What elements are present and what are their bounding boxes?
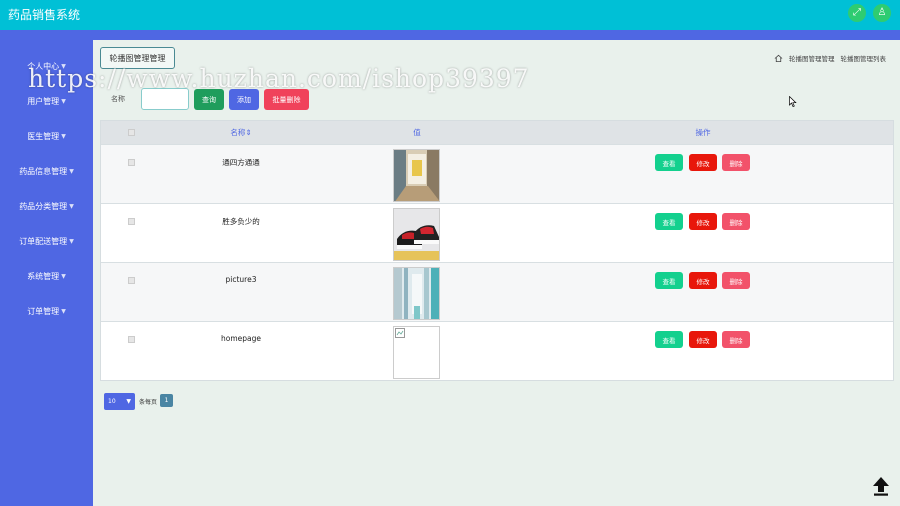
sidebar-item-label: 系统管理 bbox=[27, 271, 60, 281]
sidebar: 个人中心 ▼ 用户管理 ▼ 医生管理 ▼ 药品信息管理 ▼ 药品分类管理 ▼ 订单配送管理… bbox=[0, 40, 93, 506]
sort-icon[interactable]: ⇕ bbox=[245, 128, 251, 137]
chevron-down-icon: ▼ bbox=[61, 272, 66, 280]
column-header-value: 值 bbox=[413, 128, 421, 137]
chevron-down-icon: ▼ bbox=[61, 132, 66, 140]
sidebar-item-drug-category[interactable]: 药品分类管理 ▼ bbox=[0, 196, 93, 216]
sidebar-item-users[interactable]: 用户管理 ▼ bbox=[0, 91, 93, 111]
view-button[interactable]: 查看 bbox=[655, 213, 683, 230]
sidebar-item-orders[interactable]: 订单管理 ▼ bbox=[0, 301, 93, 321]
sidebar-item-label: 药品信息管理 bbox=[19, 166, 68, 176]
table-row: homepage 查看 修改 删除 bbox=[101, 321, 893, 380]
row-name: picture3 bbox=[225, 275, 257, 284]
fullscreen-icon[interactable]: ⤢ bbox=[848, 4, 866, 22]
chevron-down-icon: ▼ bbox=[61, 307, 66, 315]
edit-button[interactable]: 修改 bbox=[689, 331, 717, 348]
table-row: 胜多负少的 查看 修改 删除 bbox=[101, 203, 893, 262]
watermark-text: https://www.huzhan.com/ishop39397 bbox=[28, 64, 530, 93]
breadcrumb-item[interactable]: 轮播图管理管理 bbox=[789, 53, 835, 63]
row-name: 胜多负少的 bbox=[222, 217, 260, 226]
row-checkbox[interactable] bbox=[128, 218, 135, 225]
chevron-down-icon: ▼ bbox=[69, 202, 74, 210]
sidebar-item-label: 医生管理 bbox=[27, 131, 60, 141]
delete-button[interactable]: 删除 bbox=[722, 272, 750, 289]
row-name: homepage bbox=[221, 334, 261, 343]
sidebar-item-label: 用户管理 bbox=[27, 96, 60, 106]
sidebar-item-label: 订单配送管理 bbox=[19, 236, 68, 246]
sidebar-item-system[interactable]: 系统管理 ▼ bbox=[0, 266, 93, 286]
app-title: 药品销售系统 bbox=[8, 8, 81, 22]
view-button[interactable]: 查看 bbox=[655, 272, 683, 289]
delete-button[interactable]: 删除 bbox=[722, 154, 750, 171]
chevron-down-icon: ▼ bbox=[69, 237, 74, 245]
home-icon[interactable] bbox=[774, 54, 783, 63]
corridor-photo bbox=[393, 267, 440, 320]
column-header-name[interactable]: 名称⇕ bbox=[171, 121, 311, 144]
page-number-button[interactable]: 1 bbox=[160, 394, 173, 407]
chevron-down-icon: ▼ bbox=[61, 97, 66, 105]
search-label: 名称 bbox=[111, 95, 125, 103]
breadcrumb: 轮播图管理管理 轮播图管理列表 bbox=[774, 53, 886, 63]
row-checkbox[interactable] bbox=[128, 336, 135, 343]
breadcrumb-item: 轮播图管理列表 bbox=[840, 55, 887, 63]
back-to-top-icon[interactable] bbox=[872, 476, 890, 496]
hallway-photo bbox=[393, 149, 440, 202]
delete-button[interactable]: 删除 bbox=[722, 213, 750, 230]
banner-table: 名称⇕ 值 操作 通四方通通 查看 修改 删除 胜多负少的 查看 修改 删除 p… bbox=[100, 120, 894, 381]
edit-button[interactable]: 修改 bbox=[689, 213, 717, 230]
broken-image-icon bbox=[393, 326, 440, 379]
row-checkbox[interactable] bbox=[128, 159, 135, 166]
edit-button[interactable]: 修改 bbox=[689, 154, 717, 171]
row-checkbox[interactable] bbox=[128, 277, 135, 284]
table-header: 名称⇕ 值 操作 bbox=[101, 121, 893, 144]
chevron-down-icon: ▼ bbox=[69, 167, 74, 175]
delete-button[interactable]: 删除 bbox=[722, 331, 750, 348]
sidebar-item-label: 订单管理 bbox=[27, 306, 60, 316]
sneaker-photo bbox=[393, 208, 440, 261]
view-button[interactable]: 查看 bbox=[655, 154, 683, 171]
view-button[interactable]: 查看 bbox=[655, 331, 683, 348]
header-accent-strip bbox=[0, 30, 900, 40]
sidebar-item-label: 药品分类管理 bbox=[19, 201, 68, 211]
user-icon[interactable]: ♙ bbox=[873, 4, 891, 22]
mouse-cursor-icon bbox=[789, 96, 797, 107]
sidebar-item-drug-info[interactable]: 药品信息管理 ▼ bbox=[0, 161, 93, 181]
page-size-select[interactable]: 10 ▼ bbox=[104, 393, 135, 410]
select-all-checkbox[interactable] bbox=[128, 129, 135, 136]
table-row: 通四方通通 查看 修改 删除 bbox=[101, 144, 893, 203]
chevron-down-icon: ▼ bbox=[126, 398, 131, 405]
table-row: picture3 查看 修改 删除 bbox=[101, 262, 893, 321]
main-content: 轮播图管理管理 轮播图管理管理 轮播图管理列表 名称 查询 添加 批量删除 名称… bbox=[93, 40, 900, 506]
top-bar: 药品销售系统 ⤢ ♙ bbox=[0, 0, 900, 30]
edit-button[interactable]: 修改 bbox=[689, 272, 717, 289]
column-header-actions: 操作 bbox=[695, 128, 711, 137]
per-page-label: 条每页 bbox=[139, 399, 158, 406]
sidebar-item-order-delivery[interactable]: 订单配送管理 ▼ bbox=[0, 231, 93, 251]
sidebar-item-doctors[interactable]: 医生管理 ▼ bbox=[0, 126, 93, 146]
row-name: 通四方通通 bbox=[222, 158, 260, 167]
